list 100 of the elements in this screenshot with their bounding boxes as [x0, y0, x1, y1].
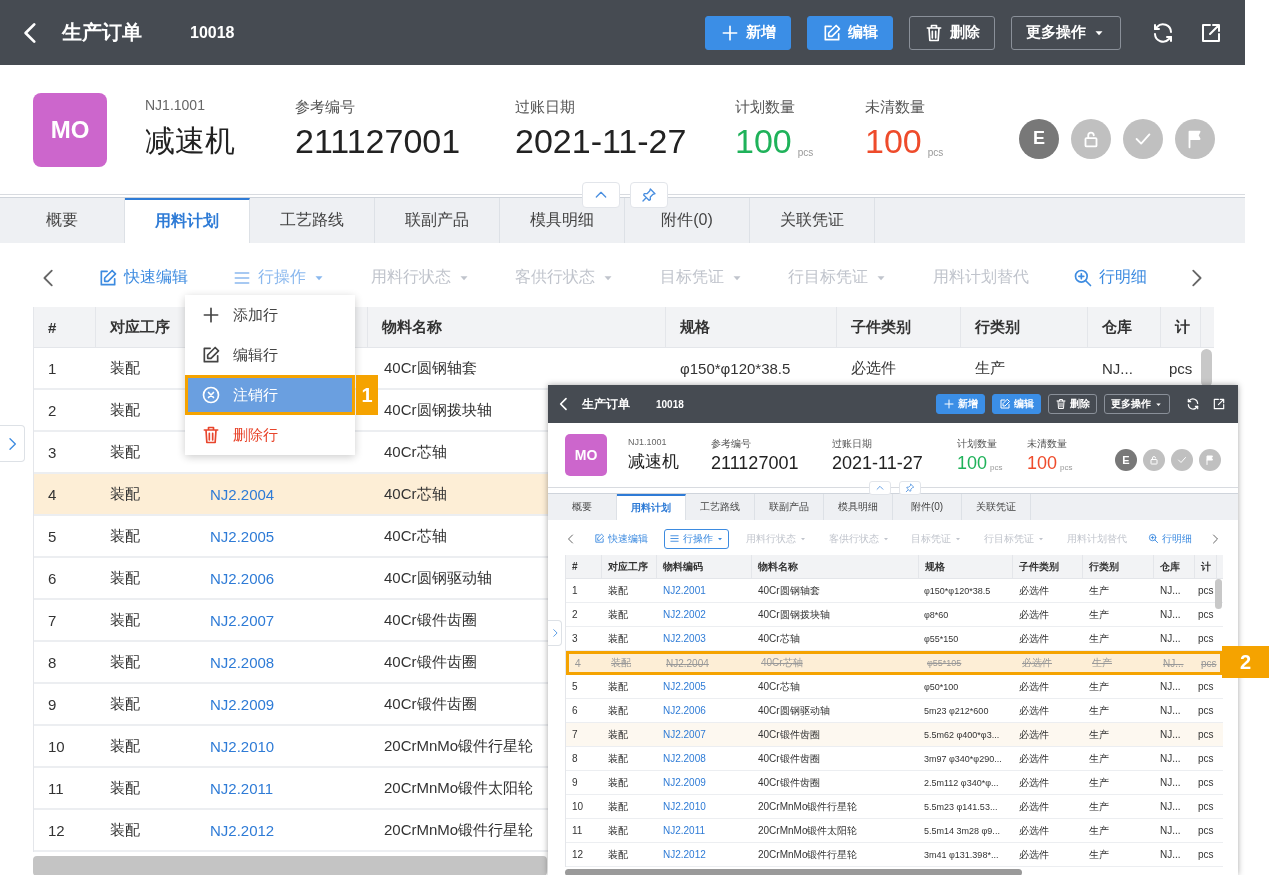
item-code-link[interactable]: NJ2.2007 — [657, 723, 752, 746]
status-badge[interactable]: E — [1019, 118, 1059, 159]
item-code-link[interactable]: NJ2.2008 — [196, 642, 368, 682]
table-cell-text: pcs — [1197, 632, 1215, 646]
item-code-link[interactable]: NJ2.2005 — [196, 516, 368, 556]
side-panel-toggle[interactable] — [0, 425, 25, 462]
item-code-link[interactable]: NJ2.2012 — [657, 843, 752, 866]
lock-icon[interactable] — [1143, 449, 1165, 471]
menu-item[interactable]: 删除行 — [185, 415, 355, 455]
tab[interactable]: 用料计划 — [617, 494, 686, 520]
action-button[interactable]: 编辑 — [992, 394, 1041, 414]
table-cell-text: 装配 — [607, 679, 629, 694]
scrollbar-thumb[interactable] — [565, 869, 1022, 875]
refresh-icon[interactable] — [1151, 20, 1175, 45]
action-button[interactable]: 新增 — [936, 394, 985, 414]
tab[interactable]: 联副产品 — [755, 494, 824, 520]
table-cell-text: NJ... — [1159, 728, 1182, 742]
tab[interactable]: 模具明细 — [500, 198, 625, 243]
field-label: 参考编号 — [711, 436, 751, 451]
item-code-link[interactable]: NJ2.2009 — [196, 684, 368, 724]
tab[interactable]: 工艺路线 — [686, 494, 755, 520]
side-panel-toggle[interactable] — [548, 620, 562, 646]
action-button[interactable]: 新增 — [705, 15, 791, 50]
item-code-link[interactable]: NJ2.2011 — [657, 819, 752, 842]
collapse-button[interactable] — [869, 481, 891, 495]
item-code-link[interactable]: NJ2.2002 — [657, 603, 752, 626]
table-cell-text: pcs — [1197, 800, 1215, 814]
table-cell-text: 5.5m62 φ400*φ3... — [923, 728, 1001, 742]
pin-button[interactable] — [899, 481, 921, 495]
item-code-link[interactable]: NJ2.2010 — [657, 795, 752, 818]
table-row[interactable]: 7 装配 NJ2.2007 40Cr锻件齿圈 5.5m62 φ400*φ3... 必选件 生产 NJ... pcs — [566, 723, 1223, 747]
table-cell-text: NJ... — [1159, 608, 1182, 622]
scrollbar-thumb[interactable] — [33, 856, 547, 875]
action-button[interactable]: 删除 — [1048, 394, 1097, 414]
tab[interactable]: 工艺路线 — [250, 198, 375, 243]
scrollbar-thumb[interactable] — [1215, 579, 1222, 609]
table-cell-text: φ50*100 — [923, 680, 960, 694]
item-code-link[interactable]: NJ2.2005 — [657, 675, 752, 698]
action-button[interactable]: 编辑 — [807, 15, 893, 50]
pin-button[interactable] — [630, 182, 668, 208]
flag-icon[interactable] — [1199, 449, 1221, 471]
edit-icon — [822, 22, 842, 43]
column-header: 仓库 — [1154, 555, 1195, 578]
tab[interactable]: 模具明细 — [824, 494, 893, 520]
item-code-link[interactable]: NJ2.2010 — [196, 726, 368, 766]
table-cell-text: NJ... — [1159, 752, 1182, 766]
table-cell-text: 生产 — [1088, 703, 1110, 718]
dropdown-button[interactable]: 更多操作 — [1011, 15, 1121, 50]
table-cell-text: 必选件 — [1018, 679, 1050, 694]
menu-item[interactable]: 添加行 — [185, 295, 355, 335]
table-cell-text: 装配 — [607, 823, 629, 838]
toolbar-button[interactable]: 快速编辑 — [90, 262, 195, 293]
check-icon[interactable] — [1171, 449, 1193, 471]
toolbar-button[interactable]: 行明细 — [1066, 262, 1155, 293]
table-row[interactable]: 4 装配 NJ2.2004 40Cr芯轴 φ55*105 必选件 生产 NJ... pcs — [566, 651, 1223, 675]
flag-icon[interactable] — [1175, 118, 1215, 159]
menu-item[interactable]: 注销行 — [185, 375, 355, 415]
menu-icon — [669, 533, 681, 544]
item-code-link[interactable]: NJ2.2006 — [196, 558, 368, 598]
toolbar-button[interactable]: 快速编辑 — [588, 528, 653, 549]
item-code-link[interactable]: NJ2.2007 — [196, 600, 368, 640]
item-code-link[interactable]: NJ2.2004 — [660, 654, 755, 672]
table-cell-text: pcs — [1168, 358, 1194, 379]
page-title: 生产订单 — [62, 20, 142, 45]
item-code-link[interactable]: NJ2.2011 — [196, 768, 368, 808]
field-value: 2021-11-27 — [515, 123, 687, 161]
export-icon[interactable] — [1212, 397, 1226, 411]
scrollbar-thumb[interactable] — [1201, 349, 1212, 387]
tab[interactable]: 附件(0) — [893, 494, 962, 520]
field-label: 过账日期 — [832, 436, 872, 451]
status-badge[interactable]: E — [1115, 449, 1137, 471]
item-code-link[interactable]: NJ2.2006 — [657, 699, 752, 722]
zoom-in-icon — [1073, 267, 1094, 288]
plus-icon — [943, 398, 955, 410]
collapse-button[interactable] — [582, 182, 620, 208]
refresh-icon[interactable] — [1186, 397, 1200, 411]
lock-icon[interactable] — [1071, 118, 1111, 159]
toolbar-button[interactable]: 行明细 — [1143, 528, 1198, 549]
item-code-link[interactable]: NJ2.2001 — [657, 579, 752, 602]
tab[interactable]: 联副产品 — [375, 198, 500, 243]
menu-item[interactable]: 编辑行 — [185, 335, 355, 375]
item-code-link[interactable]: NJ2.2003 — [657, 627, 752, 650]
tab[interactable]: 附件(0) — [625, 198, 750, 243]
toolbar-button[interactable]: 行操作 — [664, 528, 730, 549]
item-code-link[interactable]: NJ2.2012 — [196, 810, 368, 850]
action-button[interactable]: 删除 — [909, 15, 995, 50]
table-cell-text: 40Cr圆钢轴套 — [757, 583, 821, 598]
item-code-link[interactable]: NJ2.2004 — [196, 474, 368, 514]
avatar: MO — [33, 92, 107, 167]
table-cell-text: 40Cr锻件齿圈 — [757, 775, 821, 790]
table-cell-text: 5m23 φ212*600 — [923, 704, 990, 718]
tab[interactable]: 关联凭证 — [962, 494, 1031, 520]
table-cell-text: φ8*60 — [923, 608, 950, 622]
dropdown-button[interactable]: 更多操作 — [1104, 394, 1170, 414]
tab[interactable]: 用料计划 — [125, 198, 250, 243]
item-code-link[interactable]: NJ2.2008 — [657, 747, 752, 770]
item-code-link[interactable]: NJ2.2009 — [657, 771, 752, 794]
tab[interactable]: 关联凭证 — [750, 198, 875, 243]
check-icon[interactable] — [1123, 118, 1163, 159]
table-row[interactable]: 4 装配 NJ2.2004 40Cr芯轴 — [34, 474, 548, 516]
